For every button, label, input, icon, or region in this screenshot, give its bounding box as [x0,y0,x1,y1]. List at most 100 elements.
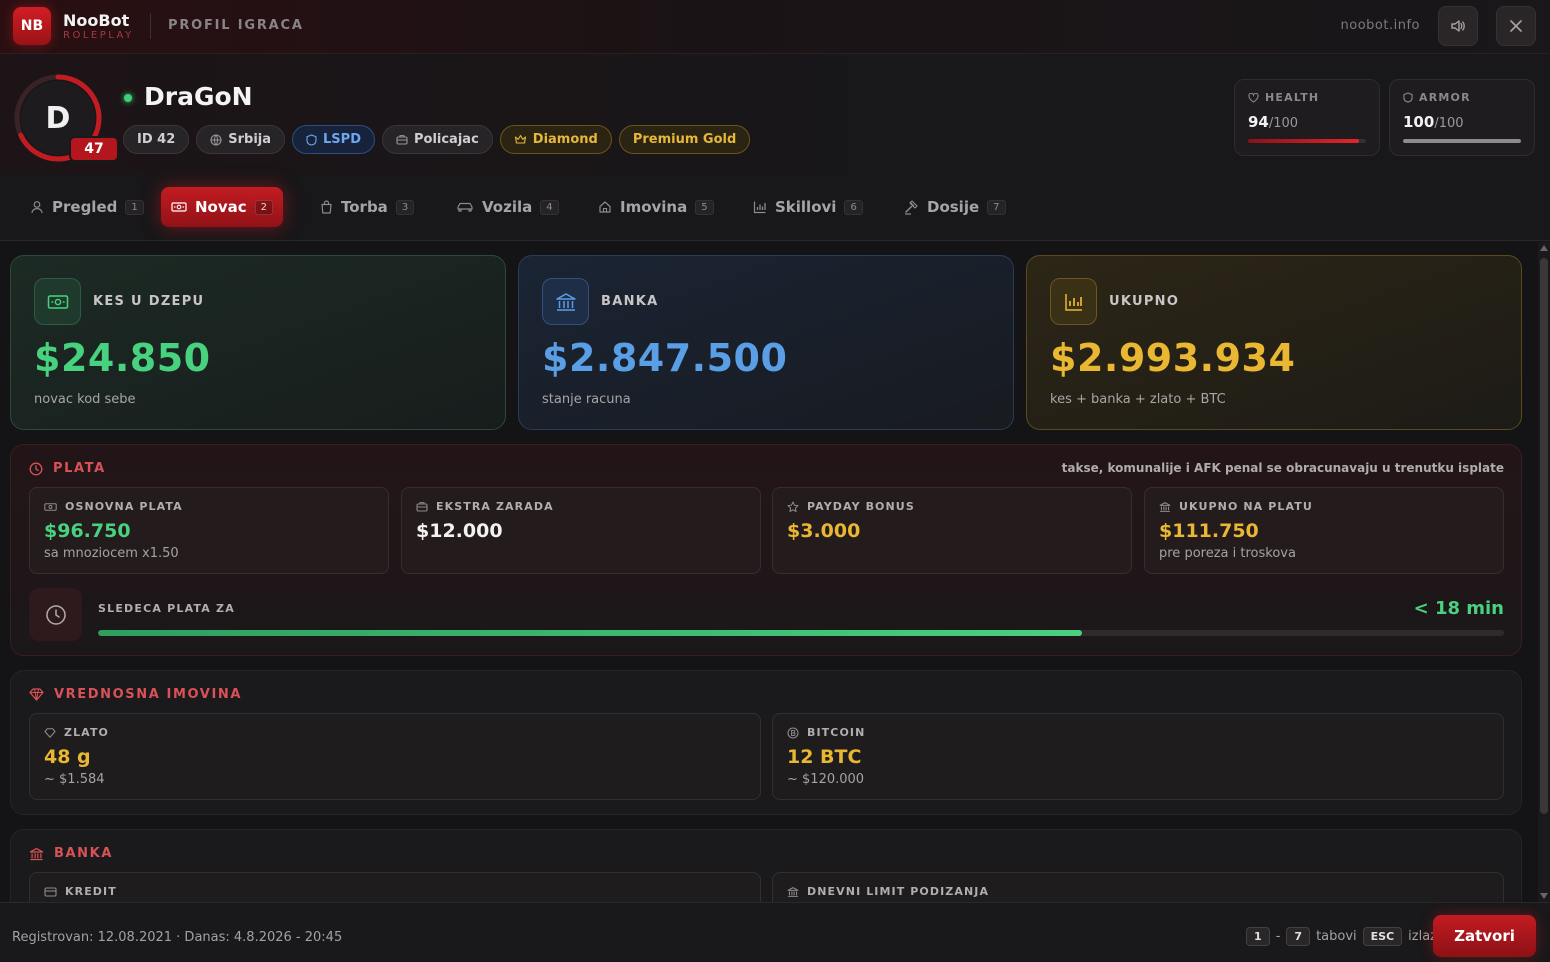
scrollbar[interactable] [1538,242,1550,902]
scroll-thumb[interactable] [1540,258,1548,814]
player-name: DraGoN [144,82,253,111]
clock-icon [29,462,43,475]
briefcase-icon [396,135,408,145]
cash-icon [47,294,68,309]
salary-title: PLATA [53,461,106,476]
sound-button[interactable] [1438,6,1478,46]
player-tags: ID 42 Srbija LSPD Policajac Diamond Prem… [123,125,751,154]
credit-card: KREDIT [29,872,761,902]
tag-faction: LSPD [292,125,375,154]
star-icon [787,501,799,512]
armor-card: ARMOR 100/100 [1389,79,1535,156]
registration-info: Registrovan: 12.08.2021 · Danas: 4.8.202… [12,930,343,945]
gold-value: 48 g [44,746,91,768]
bank-icon [1159,501,1171,512]
profile-header: D 47 DraGoN ID 42 Srbija LSPD Policajac … [0,54,1550,174]
tag-premium: Premium Gold [618,125,751,154]
withdraw-limit-card: DNEVNI LIMIT PODIZANJA [772,872,1504,902]
tab-skillovi[interactable]: Skillovi 6 [743,187,873,227]
salary-note: takse, komunalije i AFK penal se obracun… [1061,461,1504,475]
next-payday-label: SLEDECA PLATA ZA [98,602,235,615]
total-salary-subtitle: pre poreza i troskova [1159,546,1296,561]
bitcoin-card: BITCOIN 12 BTC ~ $120.000 [772,713,1504,800]
total-card: UKUPNO $2.993.934 kes + banka + zlato + … [1026,255,1522,430]
tag-country: Srbija [196,125,286,154]
health-label: HEALTH [1265,91,1320,104]
assets-title: VREDNOSNA IMOVINA [54,687,243,702]
chart-icon [1064,293,1082,311]
gold-card: ZLATO 48 g ~ $1.584 [29,713,761,800]
payday-bonus-value: $3.000 [787,520,861,542]
payday-bonus-card: PAYDAY BONUS $3.000 [772,487,1132,574]
tag-id: ID 42 [123,125,190,154]
key-1: 1 [1246,927,1270,946]
bank-subtitle: stanje racuna [542,392,631,407]
bank-section: BANKA KREDIT DNEVNI LIMIT PODIZANJA [10,829,1522,902]
app-window: NB NooBot ROLEPLAY PROFIL IGRACA noobot.… [0,0,1550,962]
tab-dosije[interactable]: Dosije 7 [894,187,1016,227]
brand-name: NooBot [63,11,130,30]
key-esc: ESC [1362,927,1403,946]
bank-card: BANKA $2.847.500 stanje racuna [518,255,1014,430]
assets-section: VREDNOSNA IMOVINA ZLATO 48 g ~ $1.584 BI… [10,670,1522,815]
chart-icon [753,201,766,214]
base-salary-value: $96.750 [44,520,131,542]
scroll-up-arrow[interactable] [1540,245,1548,251]
heart-icon [1248,92,1259,103]
next-payday-time: < 18 min [1413,598,1504,619]
total-value: $2.993.934 [1050,336,1296,380]
level-badge: 47 [69,136,119,162]
tag-job: Policajac [381,125,493,154]
cash-value: $24.850 [34,336,211,380]
tab-vozila[interactable]: Vozila 4 [446,187,569,227]
shield-icon [306,133,317,146]
next-payday-progress-fill [98,630,1083,636]
scroll-down-arrow[interactable] [1540,893,1548,899]
tab-pregled[interactable]: Pregled 1 [20,187,154,227]
gold-subtitle: ~ $1.584 [44,772,105,787]
globe-icon [210,133,222,146]
bag-icon [321,200,332,214]
car-icon [457,202,473,212]
bank-icon [787,886,799,897]
briefcase-icon [416,502,428,512]
armor-bar [1403,139,1521,143]
total-salary-value: $111.750 [1159,520,1259,542]
credit-card-icon [44,886,57,897]
page-title: PROFIL IGRACA [168,18,304,33]
cash-label: KES U DZEPU [93,294,205,309]
crown-icon [514,134,526,144]
tabs-bar: Pregled 1 Novac 2 Torba 3 Vozila 4 Imovina 5 … [0,174,1550,241]
bitcoin-value: 12 BTC [787,746,862,768]
extra-earnings-value: $12.000 [416,520,503,542]
cash-icon [171,202,187,212]
health-bar [1248,139,1366,143]
cash-card: KES U DZEPU $24.850 novac kod sebe [10,255,506,430]
close-icon [1510,20,1522,32]
bank-icon [555,292,576,311]
tab-imovina[interactable]: Imovina 5 [588,187,724,227]
tab-torba[interactable]: Torba 3 [310,187,424,227]
health-value: 94 [1248,113,1269,131]
extra-earnings-card: EKSTRA ZARADA $12.000 [401,487,761,574]
home-icon [599,201,611,213]
bank-section-title: BANKA [54,846,113,861]
diamond-icon [29,688,44,701]
total-salary-card: UKUPNO NA PLATU $111.750 pre poreza i tr… [1144,487,1504,574]
close-window-button[interactable] [1496,6,1536,46]
footer: Registrovan: 12.08.2021 · Danas: 4.8.202… [0,902,1550,962]
cash-subtitle: novac kod sebe [34,392,136,407]
armor-label: ARMOR [1419,91,1471,104]
site-link[interactable]: noobot.info [1341,18,1420,33]
content-area[interactable]: KES U DZEPU $24.850 novac kod sebe BANKA… [0,242,1538,902]
cash-icon [44,502,57,511]
tag-rank: Diamond [499,125,612,154]
close-button[interactable]: Zatvori [1433,915,1536,957]
divider [150,13,151,39]
base-salary-card: OSNOVNA PLATA $96.750 sa mnoziocem x1.50 [29,487,389,574]
speaker-icon [1451,20,1465,32]
avatar: D 47 [14,74,119,162]
salary-section: PLATA takse, komunalije i AFK penal se o… [10,444,1522,656]
keyboard-hints: 1 - 7 tabovi ESC izlaz [1246,927,1437,946]
tab-novac[interactable]: Novac 2 [161,187,284,227]
